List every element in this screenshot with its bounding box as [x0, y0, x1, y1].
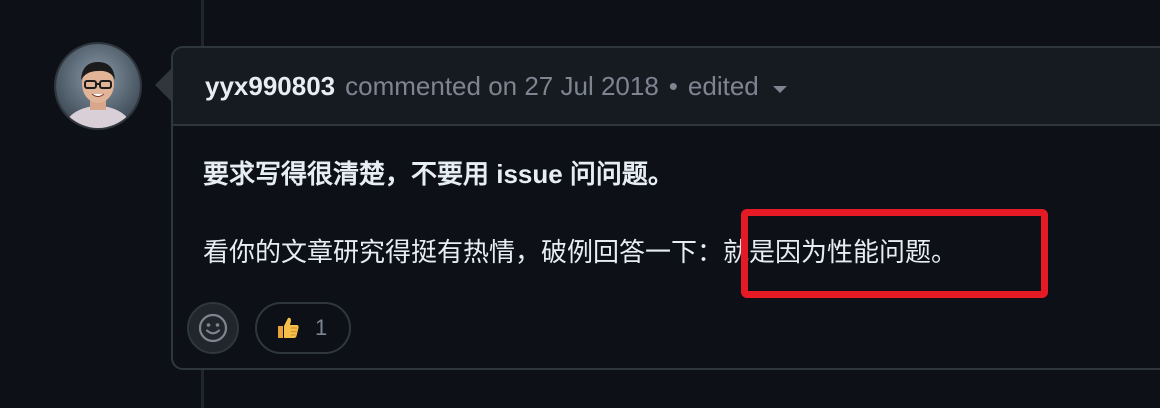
chevron-down-icon[interactable]	[772, 85, 787, 93]
comment-header: yyx990803 commented on 27 Jul 2018 • edi…	[173, 48, 1160, 126]
edited-label[interactable]: edited	[688, 71, 759, 102]
avatar-image	[56, 44, 140, 128]
reactions-bar: 1	[187, 302, 352, 354]
add-reaction-button[interactable]	[187, 302, 239, 354]
annotation-highlight-box	[741, 209, 1048, 298]
comment-caret	[155, 69, 171, 101]
comment-box: yyx990803 commented on 27 Jul 2018 • edi…	[171, 46, 1160, 370]
avatar[interactable]	[56, 44, 140, 128]
reaction-thumbs-up-button[interactable]: 1	[255, 302, 352, 354]
comment-timestamp[interactable]: commented on 27 Jul 2018	[345, 71, 659, 102]
smiley-icon	[198, 313, 228, 343]
thumbs-up-icon	[275, 315, 301, 341]
separator-dot: •	[668, 70, 678, 101]
comment-paragraph-1: 要求写得很清楚，不要用 issue 问问题。	[203, 159, 674, 189]
author-link[interactable]: yyx990803	[205, 71, 335, 102]
reaction-count: 1	[315, 315, 328, 340]
